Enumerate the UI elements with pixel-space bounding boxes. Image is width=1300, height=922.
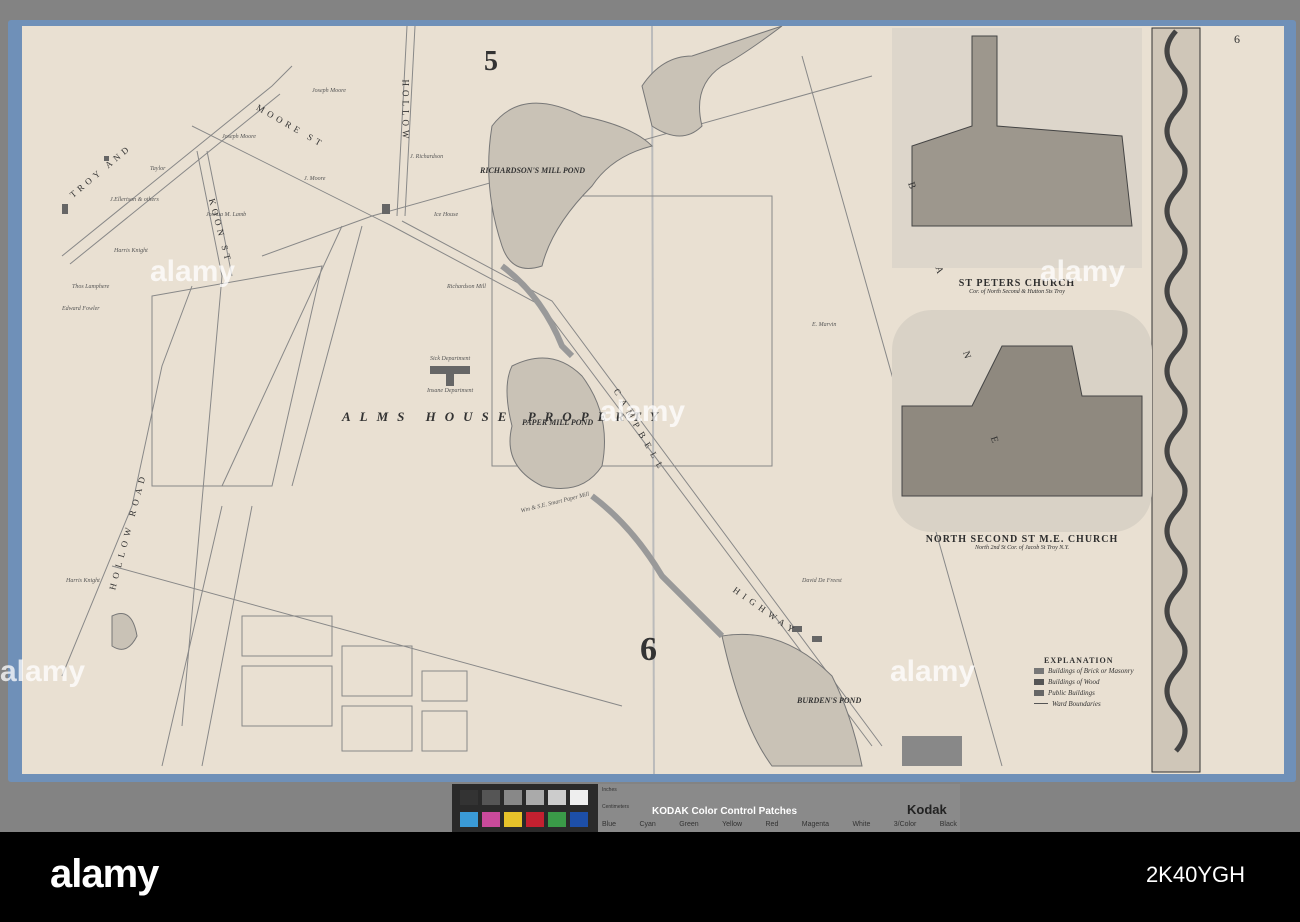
owner-label: E. Marvin [812, 322, 837, 328]
ward-line [1034, 703, 1048, 704]
owner-label: Taylor [150, 166, 166, 172]
watermark: alamy [890, 655, 976, 688]
sheet-number-5: 5 [484, 46, 498, 77]
watermark: alamy [150, 255, 236, 288]
map-legend: EXPLANATION Buildings of Brick or Masonr… [1034, 656, 1134, 709]
watermark: alamy [1040, 255, 1126, 288]
patch-labels: Blue Cyan Green Yellow Red Magenta White 3/Colo… [602, 821, 957, 828]
legend-item: Public Buildings [1034, 687, 1134, 698]
legend-item: Buildings of Wood [1034, 676, 1134, 687]
kodak-logo: Kodak [907, 802, 947, 817]
kodak-title: KODAK Color Control Patches [652, 806, 798, 817]
kodak-color-target: Inches Centimeters KODAK Color Control P… [452, 784, 960, 832]
legend-item: Buildings of Brick or Masonry [1034, 665, 1134, 676]
owner-label: Insane Department [427, 388, 474, 394]
paper-mill-pond-label: PAPER MILL POND [522, 418, 594, 427]
illustration-subtitle: Cor. of North Second & Hutton Sts Troy [969, 289, 1065, 295]
owner-label: Richardson Mill [447, 284, 486, 290]
watermark: alamy [0, 655, 86, 688]
owner-label: Joseph Moore [312, 88, 346, 94]
owner-label: Joshua M. Lamb [206, 212, 247, 218]
owner-label: Edward Fowler [62, 306, 100, 312]
legend-item: Ward Boundaries [1034, 698, 1134, 709]
alamy-logo: alamy [50, 852, 159, 896]
north-second-caption: NORTH SECOND ST M.E. CHURCH North 2nd St… [892, 534, 1152, 551]
owner-label: Thos Lamphere [72, 284, 110, 290]
legend-title: EXPLANATION [1044, 656, 1114, 665]
illustration-subtitle: North 2nd St Cor. of Jacob St Troy N.Y. [974, 545, 1070, 551]
ornamental-border [1151, 27, 1201, 773]
burdens-pond-label: BURDEN'S POND [797, 696, 862, 705]
public-swatch [1034, 689, 1044, 696]
owner-label: J. Richardson [410, 154, 444, 160]
owner-label: J.Ellertson & others [110, 197, 159, 203]
image-id: 2K40YGH [1145, 862, 1245, 887]
owner-label: Ice House [434, 212, 459, 218]
wood-swatch [1034, 678, 1044, 685]
sheet-number-6: 6 [640, 631, 657, 668]
richardsons-pond-label: RICHARDSON'S MILL POND [480, 166, 586, 175]
brick-swatch [1034, 667, 1044, 674]
owner-label: Joseph Moore [222, 134, 256, 140]
illustration-title: NORTH SECOND ST M.E. CHURCH [925, 534, 1119, 545]
watermark: alamy [600, 395, 686, 428]
owner-label: Sick Department [430, 356, 471, 362]
owner-label: Harris Knight [66, 578, 100, 584]
owner-label: Harris Knight [114, 248, 148, 254]
owner-label: David De Freest [802, 578, 842, 584]
stock-footer: alamy 2K40YGH [0, 832, 1300, 922]
page-number: 6 [1234, 32, 1240, 46]
hollow-label: HOLLOW [400, 79, 411, 143]
owner-label: J. Moore [304, 176, 326, 182]
